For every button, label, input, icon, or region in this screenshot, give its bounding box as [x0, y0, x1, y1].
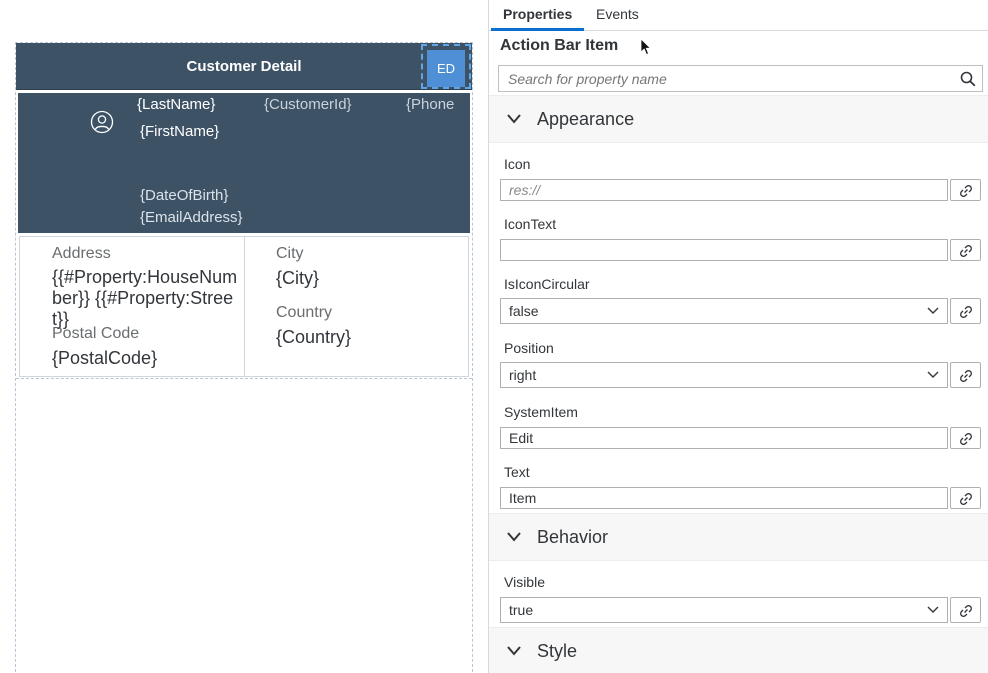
system-item-binding-button[interactable]: [950, 427, 981, 449]
header-date-of-birth: {DateOfBirth}: [140, 187, 229, 204]
link-icon: [960, 306, 972, 318]
action-bar-item-selection[interactable]: ED: [421, 44, 471, 89]
position-select[interactable]: right: [500, 362, 948, 388]
section-style-label: Style: [537, 641, 578, 661]
is-icon-circular-select[interactable]: false: [500, 298, 948, 324]
link-icon: [960, 605, 972, 617]
icon-text-binding-button[interactable]: [950, 239, 981, 261]
city-label: City: [276, 245, 304, 262]
design-canvas: Customer Detail ED {LastName} {FirstName…: [0, 0, 488, 673]
mouse-cursor-icon: [640, 38, 652, 56]
header-customer-id: {CustomerId}: [264, 96, 352, 113]
city-value: {City}: [276, 268, 320, 288]
header-last-name: {LastName}: [137, 96, 216, 113]
icon-label: Icon: [504, 156, 531, 172]
header-first-name: {FirstName}: [140, 123, 220, 140]
visible-select[interactable]: true: [500, 597, 948, 623]
object-header[interactable]: {LastName} {FirstName} {CustomerId} {Pho…: [18, 93, 470, 233]
icon-binding-button[interactable]: [950, 179, 981, 201]
icon-text-label: IconText: [504, 216, 557, 232]
country-label: Country: [276, 304, 333, 321]
chevron-down-icon: [507, 532, 521, 542]
section-behavior[interactable]: Behavior: [489, 513, 988, 561]
visible-label: Visible: [504, 574, 545, 590]
country-value: {Country}: [276, 327, 352, 347]
tab-events[interactable]: Events: [584, 0, 651, 31]
chevron-down-icon: [507, 114, 521, 124]
chevron-down-icon: [927, 307, 939, 314]
action-bar-item-edit[interactable]: ED: [427, 50, 465, 87]
address-value: {{#Property:HouseNumber}} {{#Property:St…: [52, 267, 238, 329]
action-bar[interactable]: Customer Detail ED: [16, 43, 472, 90]
postal-code-label: Postal Code: [52, 325, 140, 342]
header-phone: {Phone: [406, 96, 455, 113]
icon-field[interactable]: res://: [500, 179, 948, 201]
property-search-box[interactable]: [498, 65, 983, 92]
position-binding-button[interactable]: [950, 362, 981, 388]
property-panel: Properties Events Action Bar Item Appear…: [488, 0, 988, 673]
chevron-down-icon: [507, 646, 521, 656]
link-icon: [960, 245, 972, 257]
text-label: Text: [504, 464, 530, 480]
chevron-down-icon: [927, 371, 939, 378]
icon-text-field[interactable]: [500, 239, 948, 261]
panel-tabs: Properties Events: [489, 0, 988, 31]
property-search-input[interactable]: [499, 66, 949, 91]
user-avatar-icon: [90, 110, 114, 134]
text-binding-button[interactable]: [950, 487, 981, 509]
header-email: {EmailAddress}: [140, 209, 243, 226]
visible-binding-button[interactable]: [950, 597, 981, 623]
action-bar-title: Customer Detail: [186, 58, 302, 75]
position-label: Position: [504, 340, 554, 356]
system-item-label: SystemItem: [504, 404, 578, 420]
section-divider: [16, 378, 472, 379]
is-icon-circular-binding-button[interactable]: [950, 298, 981, 324]
position-value: right: [509, 367, 537, 383]
chevron-down-icon: [927, 606, 939, 613]
section-appearance-label: Appearance: [537, 109, 635, 129]
section-behavior-label: Behavior: [537, 527, 609, 547]
link-icon: [960, 370, 972, 382]
system-item-field[interactable]: Edit: [500, 427, 948, 449]
panel-title: Action Bar Item: [500, 37, 619, 54]
section-style[interactable]: Style: [489, 627, 988, 673]
address-label: Address: [52, 245, 111, 262]
search-icon[interactable]: [960, 71, 976, 87]
key-value-section[interactable]: Address {{#Property:HouseNumber}} {{#Pro…: [19, 236, 469, 377]
section-appearance[interactable]: Appearance: [489, 95, 988, 143]
is-icon-circular-label: IsIconCircular: [504, 276, 590, 292]
is-icon-circular-value: false: [509, 303, 539, 319]
link-icon: [960, 493, 972, 505]
tab-properties[interactable]: Properties: [491, 0, 585, 31]
link-icon: [960, 185, 972, 197]
postal-code-value: {PostalCode}: [52, 348, 158, 368]
link-icon: [960, 433, 972, 445]
text-field[interactable]: Item: [500, 487, 948, 509]
visible-value: true: [509, 602, 534, 618]
